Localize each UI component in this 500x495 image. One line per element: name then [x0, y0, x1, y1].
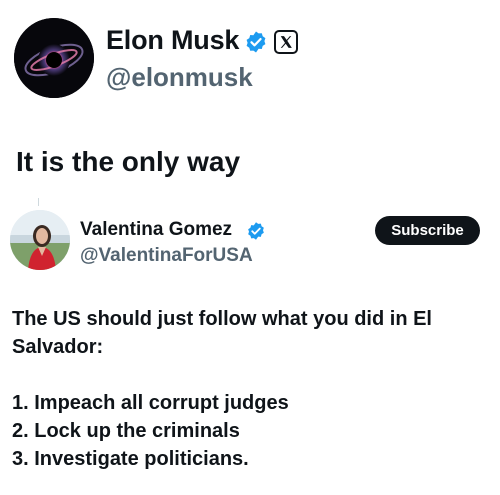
list-item: 3. Investigate politicians. — [12, 448, 249, 470]
quoted-author-name[interactable]: Valentina Gomez — [80, 219, 232, 241]
quoted-author-handle[interactable]: @ValentinaForUSA — [80, 245, 253, 267]
author-avatar[interactable] — [14, 18, 94, 98]
quoted-text-line: Salvador: — [12, 336, 104, 358]
list-item: 1. Impeach all corrupt judges — [12, 392, 289, 414]
verified-badge-icon — [246, 221, 266, 241]
subscribe-button[interactable]: Subscribe — [375, 216, 480, 245]
x-logo-icon — [274, 30, 298, 54]
author-handle[interactable]: @elonmusk — [106, 62, 253, 93]
author-name[interactable]: Elon Musk — [106, 25, 239, 56]
list-item: 2. Lock up the criminals — [12, 420, 240, 442]
quoted-text-line: The US should just follow what you did i… — [12, 308, 432, 330]
tweet-text: It is the only way — [16, 146, 241, 177]
quoted-author-avatar[interactable] — [10, 210, 70, 270]
quoted-tweet-text: The US should just follow what you did i… — [12, 305, 487, 473]
verified-badge-icon — [244, 30, 268, 54]
black-hole-avatar-image — [14, 18, 94, 98]
divider-tick — [38, 198, 39, 206]
portrait-avatar-image — [10, 210, 70, 270]
